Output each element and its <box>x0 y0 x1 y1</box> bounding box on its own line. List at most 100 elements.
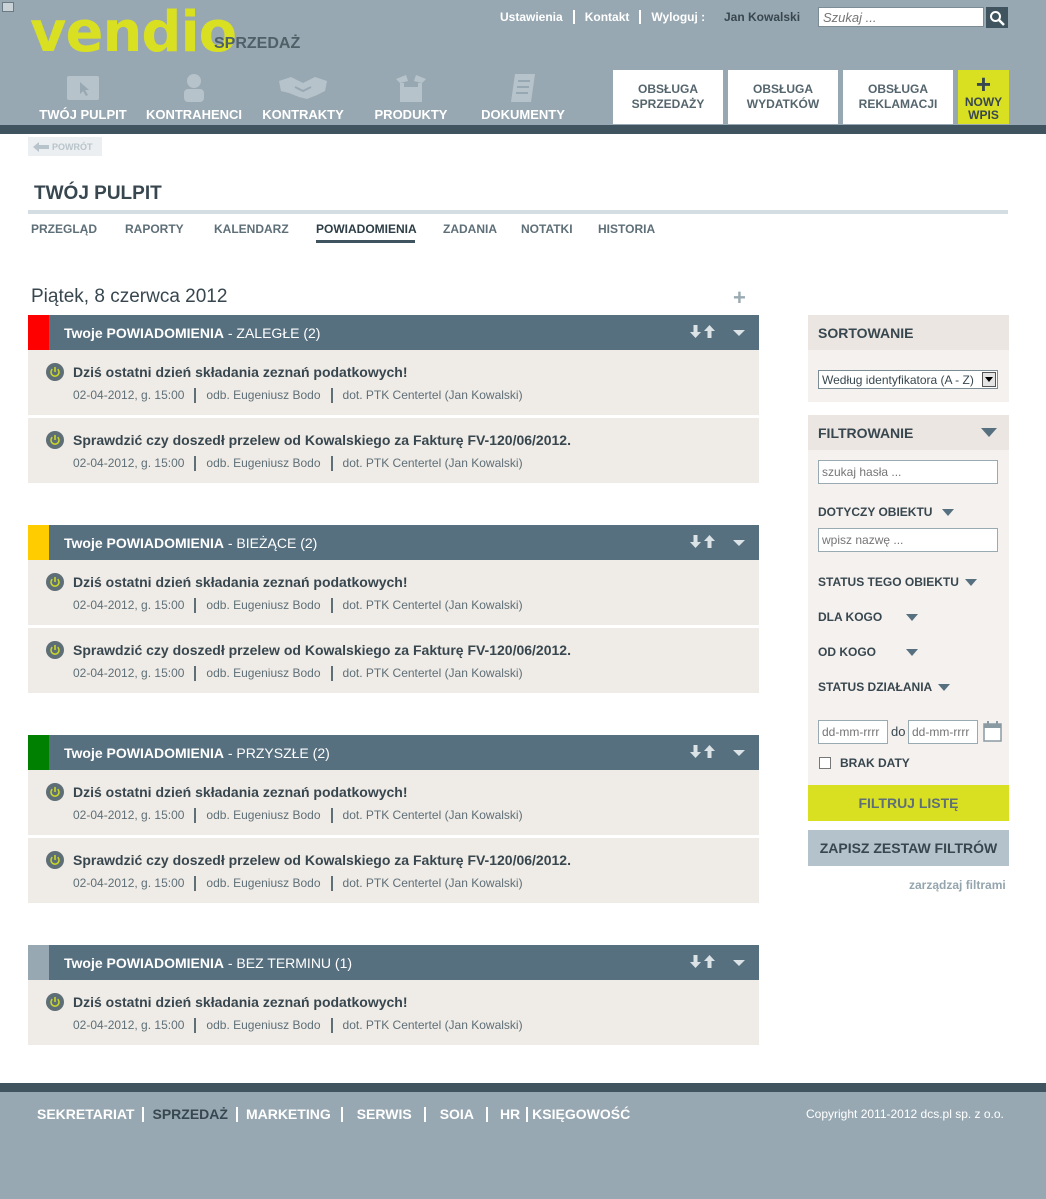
notification-item[interactable]: Dziś ostatni dzień składania zeznań poda… <box>28 350 759 415</box>
group-header[interactable]: Twoje POWIADOMIENIA - ZALEGŁE (2) <box>28 315 759 350</box>
arrow-down-icon[interactable] <box>690 325 701 338</box>
tab-powiadomienia[interactable]: POWIADOMIENIA <box>316 222 417 243</box>
group-items: Dziś ostatni dzień składania zeznań poda… <box>28 560 759 693</box>
nav-kontrahenci[interactable]: KONTRAHENCI <box>144 72 244 124</box>
footer-link-ksiegowosc[interactable]: KSIĘGOWOŚĆ <box>532 1106 630 1122</box>
manage-filters-link[interactable]: zarządzaj filtrami <box>909 878 1006 892</box>
notification-item[interactable]: Sprawdzić czy doszedł przelew od Kowalsk… <box>28 838 759 903</box>
box-icon <box>366 72 456 104</box>
group-header[interactable]: Twoje POWIADOMIENIA - BIEŻĄCE (2) <box>28 525 759 560</box>
power-icon[interactable] <box>46 783 64 801</box>
nav-produkty[interactable]: PRODUKTY <box>366 72 456 124</box>
footer-link-soia[interactable]: SOIA <box>440 1106 474 1122</box>
obsluga-reklamacji-button[interactable]: OBSŁUGA REKLAMACJI <box>843 70 953 124</box>
filter-from-whom-toggle[interactable]: OD KOGO <box>818 645 918 659</box>
power-icon[interactable] <box>46 431 64 449</box>
window-control-icon[interactable] <box>2 2 14 12</box>
logout-link[interactable]: Wyloguj : <box>651 10 705 24</box>
save-filters-button[interactable]: ZAPISZ ZESTAW FILTRÓW <box>808 830 1009 866</box>
group-color-marker <box>28 525 49 560</box>
notification-item[interactable]: Dziś ostatni dzień składania zeznań poda… <box>28 770 759 835</box>
power-icon[interactable] <box>46 851 64 869</box>
nav-dokumenty[interactable]: DOKUMENTY <box>478 72 568 124</box>
filter-object-toggle[interactable]: DOTYCZY OBIEKTU <box>818 505 955 519</box>
group-header[interactable]: Twoje POWIADOMIENIA - BEZ TERMINU (1) <box>28 945 759 980</box>
date-to-input[interactable] <box>908 720 978 744</box>
footer-separator <box>526 1107 529 1122</box>
object-name-input[interactable] <box>818 528 998 552</box>
add-icon[interactable]: + <box>733 285 746 311</box>
filter-label: OD KOGO <box>818 645 877 659</box>
handshake-icon <box>258 72 348 104</box>
date-to-label: do <box>891 724 906 739</box>
filter-action-status-toggle[interactable]: STATUS DZIAŁANIA <box>818 680 951 694</box>
arrow-up-icon[interactable] <box>704 325 715 338</box>
tab-zadania[interactable]: ZADANIA <box>443 222 521 243</box>
footer-link-serwis[interactable]: SERWIS <box>357 1106 412 1122</box>
user-name[interactable]: Jan Kowalski <box>724 10 800 24</box>
collapse-caret-icon[interactable] <box>733 540 745 546</box>
no-date-option[interactable]: BRAK DATY <box>819 756 910 770</box>
nav-label: KONTRAHENCI <box>145 107 243 122</box>
dropdown-arrow-icon[interactable] <box>982 372 996 387</box>
arrow-down-icon[interactable] <box>690 745 701 758</box>
group-title: Twoje POWIADOMIENIA - PRZYSZŁE (2) <box>64 745 330 761</box>
new-entry-button[interactable]: + NOWY WPIS <box>958 70 1009 124</box>
nav-twoj-pulpit[interactable]: TWÓJ PULPIT <box>36 72 130 124</box>
power-icon[interactable] <box>46 641 64 659</box>
obsluga-wydatkow-button[interactable]: OBSŁUGA WYDATKÓW <box>728 70 838 124</box>
tab-raporty[interactable]: RAPORTY <box>125 222 214 243</box>
filter-for-whom-toggle[interactable]: DLA KOGO <box>818 610 918 624</box>
settings-link[interactable]: Ustawienia <box>500 10 563 24</box>
app-logo[interactable]: vendio <box>30 0 237 66</box>
group-items: Dziś ostatni dzień składania zeznań poda… <box>28 350 759 483</box>
back-button[interactable]: POWRÓT <box>28 137 102 156</box>
filter-search-input[interactable] <box>818 460 998 484</box>
footer-link-marketing[interactable]: MARKETING <box>246 1106 331 1122</box>
meta-separator <box>330 666 333 681</box>
sort-select[interactable]: Według identyfikatora (A - Z) <box>818 370 998 389</box>
power-icon[interactable] <box>46 363 64 381</box>
date-from-input[interactable] <box>818 720 888 744</box>
nav-kontrakty[interactable]: KONTRAKTY <box>258 72 348 124</box>
tab-kalendarz[interactable]: KALENDARZ <box>214 222 316 243</box>
meta-separator <box>330 808 333 823</box>
sort-arrows <box>690 955 715 968</box>
power-icon[interactable] <box>46 993 64 1011</box>
search-input[interactable] <box>818 7 984 27</box>
footer-link-hr[interactable]: HR <box>500 1106 520 1122</box>
filter-title: FILTROWANIE <box>818 424 914 441</box>
group-items: Dziś ostatni dzień składania zeznań poda… <box>28 770 759 903</box>
tab-historia[interactable]: HISTORIA <box>598 222 655 243</box>
arrow-up-icon[interactable] <box>704 955 715 968</box>
filter-list-button[interactable]: FILTRUJ LISTĘ <box>808 785 1009 821</box>
filter-header[interactable]: FILTROWANIE <box>808 415 1009 450</box>
power-icon[interactable] <box>46 573 64 591</box>
footer-link-sprzedaz[interactable]: SPRZEDAŻ <box>152 1106 227 1122</box>
chevron-down-icon[interactable] <box>981 428 997 437</box>
nav-label: DOKUMENTY <box>481 107 565 122</box>
tab-przeglad[interactable]: PRZEGLĄD <box>31 222 125 243</box>
notification-item[interactable]: Dziś ostatni dzień składania zeznań poda… <box>28 560 759 625</box>
no-date-checkbox[interactable] <box>819 757 831 769</box>
collapse-caret-icon[interactable] <box>733 960 745 966</box>
notification-item[interactable]: Dziś ostatni dzień składania zeznań poda… <box>28 980 759 1045</box>
collapse-caret-icon[interactable] <box>733 330 745 336</box>
obsluga-sprzedazy-button[interactable]: OBSŁUGA SPRZEDAŻY <box>613 70 723 124</box>
footer-link-sekretariat[interactable]: SEKRETARIAT <box>37 1106 134 1122</box>
arrow-up-icon[interactable] <box>704 535 715 548</box>
notification-item[interactable]: Sprawdzić czy doszedł przelew od Kowalsk… <box>28 418 759 483</box>
tab-notatki[interactable]: NOTATKI <box>521 222 598 243</box>
contact-link[interactable]: Kontakt <box>585 10 630 24</box>
filter-status-object-toggle[interactable]: STATUS TEGO OBIEKTU <box>818 575 977 589</box>
collapse-caret-icon[interactable] <box>733 750 745 756</box>
filter-label: DLA KOGO <box>818 610 883 624</box>
notification-meta: 02-04-2012, g. 15:00 odb. Eugeniusz Bodo… <box>73 808 523 823</box>
arrow-down-icon[interactable] <box>690 535 701 548</box>
arrow-down-icon[interactable] <box>690 955 701 968</box>
group-header[interactable]: Twoje POWIADOMIENIA - PRZYSZŁE (2) <box>28 735 759 770</box>
calendar-icon[interactable] <box>983 720 1002 747</box>
notification-item[interactable]: Sprawdzić czy doszedł przelew od Kowalsk… <box>28 628 759 693</box>
arrow-up-icon[interactable] <box>704 745 715 758</box>
search-button[interactable] <box>986 7 1008 28</box>
